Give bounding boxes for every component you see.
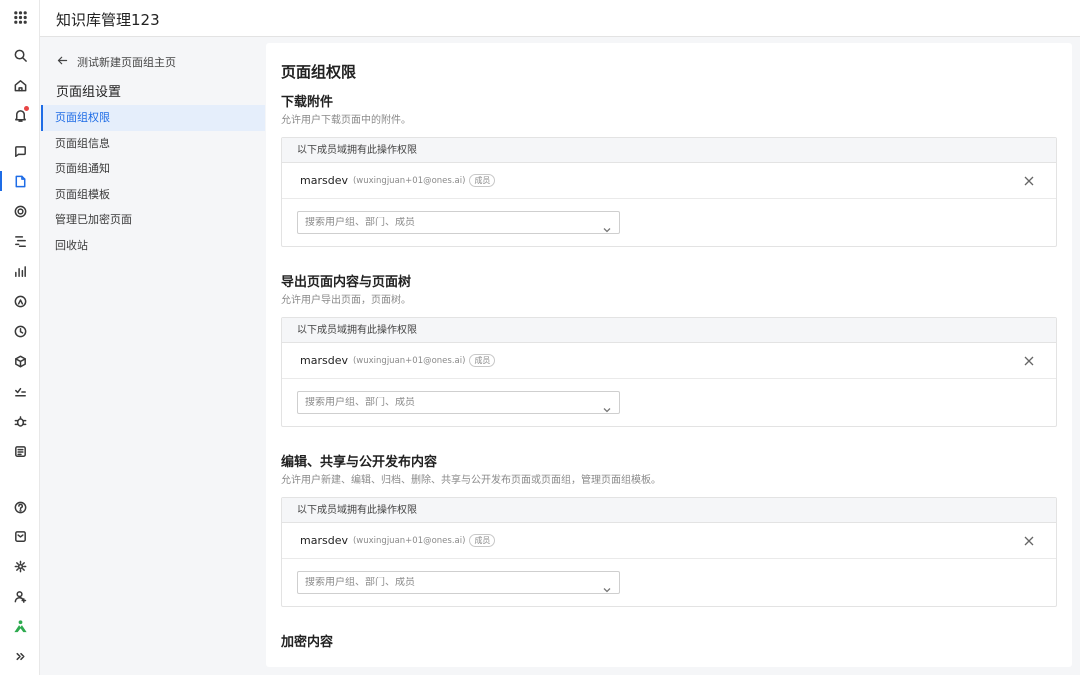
add-user-icon[interactable] xyxy=(8,584,32,608)
member-row: marsdev (wuxingjuan+01@ones.ai) 成员 xyxy=(282,523,1056,559)
chevron-down-icon xyxy=(603,399,611,413)
target-icon[interactable] xyxy=(8,199,32,223)
member-box-header: 以下成员域拥有此操作权限 xyxy=(282,498,1056,523)
member-name: marsdev xyxy=(300,354,348,367)
pipeline-icon[interactable] xyxy=(8,289,32,313)
member-search-select[interactable] xyxy=(297,391,620,414)
sidebar-item-notifications[interactable]: 页面组通知 xyxy=(41,156,265,182)
permission-section-export: 导出页面内容与页面树 允许用户导出页面，页面树。 以下成员域拥有此操作权限 ma… xyxy=(281,271,1057,427)
permission-section-encrypt: 加密内容 xyxy=(281,631,1057,650)
panel-title: 页面组权限 xyxy=(281,63,357,81)
package-icon[interactable] xyxy=(8,349,32,373)
permission-section-edit-share: 编辑、共享与公开发布内容 允许用户新建、编辑、归档、删除、共享与公开发布页面或页… xyxy=(281,451,1057,607)
member-role-badge: 成员 xyxy=(469,174,496,187)
sidebar-item-permissions[interactable]: 页面组权限 xyxy=(41,105,265,131)
document-icon[interactable] xyxy=(8,439,32,463)
global-nav-rail xyxy=(0,0,40,675)
project-icon[interactable] xyxy=(8,139,32,163)
member-box-header: 以下成员域拥有此操作权限 xyxy=(282,138,1056,163)
wiki-icon[interactable] xyxy=(8,169,32,193)
top-header: 知识库管理123 xyxy=(40,0,1080,37)
sidebar-item-templates[interactable]: 页面组模板 xyxy=(41,182,265,208)
expand-icon[interactable] xyxy=(8,644,32,668)
search-select-row xyxy=(282,559,1056,606)
member-search-input[interactable] xyxy=(305,577,585,588)
message-box-icon[interactable] xyxy=(8,524,32,548)
workflow-icon[interactable] xyxy=(8,229,32,253)
permissions-panel: 页面组权限 下载附件 允许用户下载页面中的附件。 以下成员域拥有此操作权限 ma… xyxy=(266,43,1072,667)
member-search-select[interactable] xyxy=(297,211,620,234)
search-select-row xyxy=(282,199,1056,246)
sidebar-title: 页面组设置 xyxy=(56,85,122,100)
close-icon[interactable] xyxy=(1022,354,1036,368)
member-search-input[interactable] xyxy=(305,217,585,228)
page-title: 知识库管理123 xyxy=(56,11,160,29)
section-description: 允许用户新建、编辑、归档、删除、共享与公开发布页面或页面组，管理页面组模板。 xyxy=(281,475,661,486)
close-icon[interactable] xyxy=(1022,174,1036,188)
chevron-down-icon xyxy=(603,219,611,233)
settings-icon[interactable] xyxy=(8,554,32,578)
member-box: 以下成员域拥有此操作权限 marsdev (wuxingjuan+01@ones… xyxy=(281,317,1057,427)
rail-active-indicator xyxy=(0,171,2,191)
sidebar-item-encrypted-pages[interactable]: 管理已加密页面 xyxy=(41,207,265,233)
section-description: 允许用户导出页面，页面树。 xyxy=(281,295,411,306)
section-title: 编辑、共享与公开发布内容 xyxy=(281,455,438,470)
chevron-down-icon xyxy=(603,579,611,593)
member-role-badge: 成员 xyxy=(469,354,496,367)
bug-icon[interactable] xyxy=(8,409,32,433)
apps-grid-icon[interactable] xyxy=(8,5,32,29)
member-search-select[interactable] xyxy=(297,571,620,594)
notification-dot xyxy=(24,106,29,111)
help-icon[interactable] xyxy=(8,495,32,519)
member-name: marsdev xyxy=(300,534,348,547)
settings-sidebar: 测试新建页面组主页 页面组设置 页面组权限 页面组信息 页面组通知 页面组模板 … xyxy=(41,38,265,675)
clock-icon[interactable] xyxy=(8,319,32,343)
member-email: (wuxingjuan+01@ones.ai) xyxy=(352,535,466,546)
member-row: marsdev (wuxingjuan+01@ones.ai) 成员 xyxy=(282,343,1056,379)
member-role-badge: 成员 xyxy=(469,534,496,547)
member-email: (wuxingjuan+01@ones.ai) xyxy=(352,355,466,366)
report-icon[interactable] xyxy=(8,259,32,283)
home-icon[interactable] xyxy=(8,73,32,97)
sidebar-item-recycle-bin[interactable]: 回收站 xyxy=(41,233,265,259)
search-icon[interactable] xyxy=(8,43,32,67)
close-icon[interactable] xyxy=(1022,534,1036,548)
sidebar-item-info[interactable]: 页面组信息 xyxy=(41,131,265,157)
arrow-left-icon xyxy=(56,54,69,70)
permission-section-download: 下载附件 允许用户下载页面中的附件。 以下成员域拥有此操作权限 marsdev … xyxy=(281,91,1057,247)
brand-logo-icon[interactable] xyxy=(8,614,32,638)
settings-menu: 页面组权限 页面组信息 页面组通知 页面组模板 管理已加密页面 回收站 xyxy=(41,105,265,258)
member-name: marsdev xyxy=(300,174,348,187)
member-box-header: 以下成员域拥有此操作权限 xyxy=(282,318,1056,343)
member-search-input[interactable] xyxy=(305,397,585,408)
member-row: marsdev (wuxingjuan+01@ones.ai) 成员 xyxy=(282,163,1056,199)
back-link[interactable]: 测试新建页面组主页 xyxy=(56,54,176,70)
member-box: 以下成员域拥有此操作权限 marsdev (wuxingjuan+01@ones… xyxy=(281,137,1057,247)
testcase-icon[interactable] xyxy=(8,379,32,403)
section-description: 允许用户下载页面中的附件。 xyxy=(281,115,411,126)
section-title: 加密内容 xyxy=(281,635,334,650)
search-select-row xyxy=(282,379,1056,426)
back-link-label: 测试新建页面组主页 xyxy=(77,56,176,69)
section-title: 下载附件 xyxy=(281,95,334,110)
member-email: (wuxingjuan+01@ones.ai) xyxy=(352,175,466,186)
section-title: 导出页面内容与页面树 xyxy=(281,275,412,290)
member-box: 以下成员域拥有此操作权限 marsdev (wuxingjuan+01@ones… xyxy=(281,497,1057,607)
